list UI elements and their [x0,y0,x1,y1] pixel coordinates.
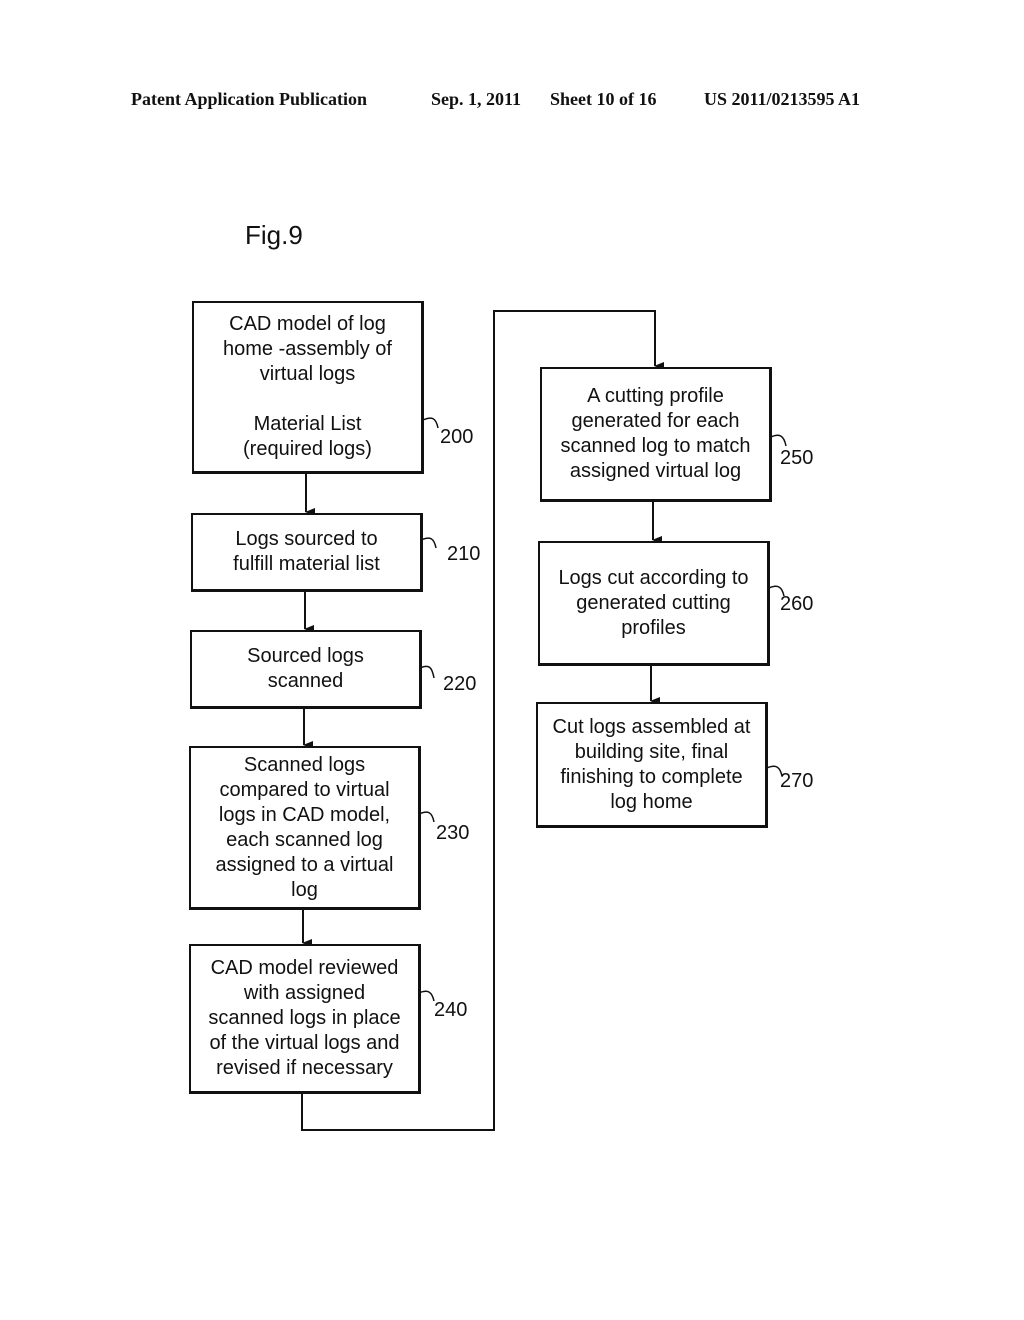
step-text: logs in CAD model, [218,803,391,826]
step-text: A cutting profile [587,385,724,407]
step-text: building site, final [574,740,729,763]
ref-label-210: 210 [447,543,481,565]
step-text: scanned [267,670,344,692]
step-box-200: CAD model of log home -assembly of virtu… [192,301,424,474]
step-box-260: Logs cut according to generated cutting … [538,541,770,666]
leader-230 [418,811,435,823]
step-box-270: Cut logs assembled at building site, fin… [536,702,768,828]
step-text: Logs sourced to [235,528,378,550]
step-box-230: Scanned logs compared to virtual logs in… [189,746,421,910]
step-text: each scanned log [226,828,383,851]
leader-220 [419,665,435,679]
step-text: (required logs) [243,438,372,460]
ref-label-200: 200 [440,426,474,448]
step-text: with assigned [243,982,366,1004]
leader-210 [420,537,437,549]
ref-label-240: 240 [434,999,468,1021]
step-text: compared to virtual [219,778,390,801]
ref-label-260: 260 [780,593,814,615]
step-text: assigned to a virtual [215,853,394,876]
leader-200 [422,417,439,429]
step-text: Cut logs assembled at [552,715,751,738]
step-text: Scanned logs [243,753,366,776]
connectors [301,310,787,1131]
step-text: log home [610,790,693,813]
step-text: scanned log to match [560,435,751,457]
step-text: CAD model of log [229,313,386,335]
step-box-240: CAD model reviewed with assigned scanned… [189,944,421,1094]
step-text: finishing to complete [560,765,743,788]
ref-label-270: 270 [780,770,814,792]
leader-250 [770,434,787,447]
step-text: assigned virtual log [569,460,742,482]
step-text: CAD model reviewed [210,957,399,979]
ref-label-220: 220 [443,673,477,695]
step-box-220: Sourced logs scanned [190,630,422,709]
step-text: profiles [621,616,686,639]
step-text: log [291,878,318,901]
step-text: scanned logs in place [208,1007,401,1029]
step-box-210: Logs sourced to fulfill material list [191,513,423,592]
step-text: of the virtual logs and [209,1032,400,1054]
step-text: fulfill material list [233,553,380,575]
step-text: revised if necessary [216,1057,393,1079]
ref-label-250: 250 [780,447,814,469]
step-text: home -assembly of [223,338,392,360]
step-text: generated cutting [576,591,731,614]
step-text: generated for each [571,410,740,432]
step-text: virtual logs [259,363,356,385]
step-text: Logs cut according to [558,566,749,589]
step-box-250: A cutting profile generated for each sca… [540,367,772,502]
leader-240 [418,990,435,1002]
step-text: Sourced logs [247,645,364,667]
ref-label-230: 230 [436,822,470,844]
step-text: Material List [253,413,362,435]
